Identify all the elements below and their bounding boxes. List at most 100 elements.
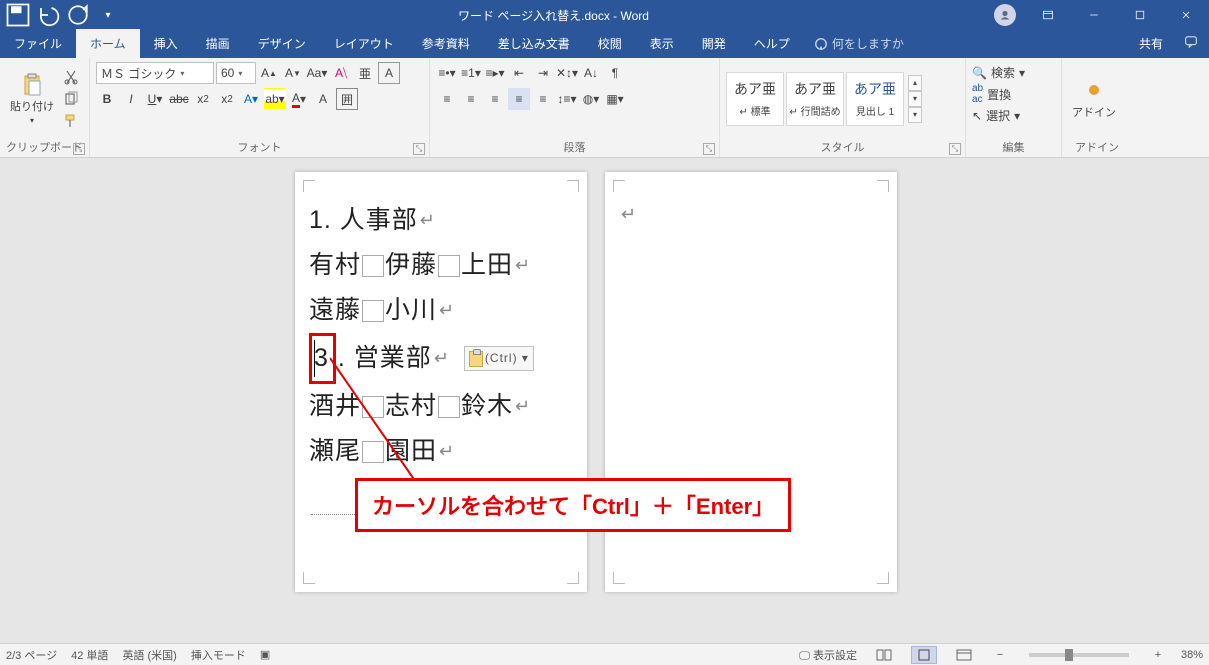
share-button[interactable]: 共有 <box>1129 29 1173 58</box>
tab-file[interactable]: ファイル <box>0 29 76 58</box>
gallery-down[interactable]: ▾ <box>908 91 922 107</box>
numbering-button[interactable]: ≡1▾ <box>460 62 482 84</box>
tab-view[interactable]: 表示 <box>636 29 688 58</box>
bullets-button[interactable]: ≡•▾ <box>436 62 458 84</box>
cut-button[interactable] <box>62 68 80 86</box>
show-marks-button[interactable]: ¶ <box>604 62 626 84</box>
italic-button[interactable]: I <box>120 88 142 110</box>
document-area[interactable]: 1. 人事部↵ 有村伊藤上田↵ 遠藤小川↵ 3. 営業部↵ (Ctrl) ▾ 酒… <box>0 158 1209 643</box>
maximize-button[interactable] <box>1117 0 1163 30</box>
font-color-button[interactable]: A▾ <box>288 88 310 110</box>
sort-button[interactable]: A↓ <box>580 62 602 84</box>
paste-button[interactable]: 貼り付け ▾ <box>6 70 58 127</box>
tellme-text: 何をしますか <box>832 35 904 52</box>
subscript-button[interactable]: x2 <box>192 88 214 110</box>
group-label-font: フォント⤡ <box>90 139 429 157</box>
clipboard-launcher[interactable]: ⤡ <box>73 143 85 155</box>
borders-button[interactable]: ▦▾ <box>604 88 626 110</box>
align-right-button[interactable]: ≡ <box>484 88 506 110</box>
line-spacing-button[interactable]: ↕≡▾ <box>556 88 578 110</box>
comments-button[interactable] <box>1173 29 1209 58</box>
clear-format-button[interactable]: A⧹ <box>330 62 352 84</box>
shrink-font-button[interactable]: A▼ <box>282 62 304 84</box>
bold-button[interactable]: B <box>96 88 118 110</box>
style-normal[interactable]: あア亜↵ 標準 <box>726 72 784 126</box>
char-border-button[interactable]: 囲 <box>336 88 358 110</box>
paragraph-launcher[interactable]: ⤡ <box>703 143 715 155</box>
text-direction-button[interactable]: ✕↕▾ <box>556 62 578 84</box>
print-layout-button[interactable] <box>911 646 937 664</box>
window-title: ワード ページ入れ替え.docx - Word <box>122 7 985 24</box>
gallery-up[interactable]: ▴ <box>908 75 922 91</box>
highlight-button[interactable]: ab▾ <box>264 88 286 110</box>
web-layout-button[interactable] <box>951 646 977 664</box>
phonetic-guide-button[interactable]: 亜 <box>354 62 376 84</box>
tab-mailings[interactable]: 差し込み文書 <box>484 29 584 58</box>
grow-font-button[interactable]: A▲ <box>258 62 280 84</box>
text-effects-button[interactable]: A▾ <box>240 88 262 110</box>
tell-me[interactable]: 何をしますか <box>804 29 914 58</box>
style-gallery[interactable]: あア亜↵ 標準 あア亜↵ 行間詰め あア亜見出し 1 ▴ ▾ ▾ <box>726 72 922 126</box>
styles-launcher[interactable]: ⤡ <box>949 143 961 155</box>
find-button[interactable]: 🔍検索 ▾ <box>972 64 1025 81</box>
minimize-button[interactable] <box>1071 0 1117 30</box>
font-name-select[interactable]: ＭＳ ゴシック▾ <box>96 62 214 84</box>
cursor-highlight: 3 <box>309 333 336 384</box>
tab-insert[interactable]: 挿入 <box>140 29 192 58</box>
qat-customize[interactable]: ▾ <box>94 1 122 29</box>
zoom-out-button[interactable]: − <box>991 649 1009 661</box>
tab-help[interactable]: ヘルプ <box>740 29 804 58</box>
replace-button[interactable]: abac置換 <box>972 83 1011 105</box>
zoom-slider[interactable] <box>1029 653 1129 657</box>
ribbon-display-options[interactable] <box>1025 0 1071 30</box>
underline-button[interactable]: U▾ <box>144 88 166 110</box>
tab-home[interactable]: ホーム <box>76 29 140 58</box>
align-center-button[interactable]: ≡ <box>460 88 482 110</box>
macro-recording-icon[interactable]: ▣ <box>260 648 270 661</box>
addins-button[interactable]: アドイン <box>1068 76 1120 122</box>
tab-draw[interactable]: 描画 <box>192 29 244 58</box>
zoom-in-button[interactable]: + <box>1149 649 1167 661</box>
close-button[interactable] <box>1163 0 1209 30</box>
tab-developer[interactable]: 開発 <box>688 29 740 58</box>
shading-button[interactable]: ◍▾ <box>580 88 602 110</box>
style-no-spacing[interactable]: あア亜↵ 行間詰め <box>786 72 844 126</box>
save-button[interactable] <box>4 1 32 29</box>
tab-layout[interactable]: レイアウト <box>320 29 408 58</box>
doc-line: 瀬尾園田↵ <box>309 429 575 474</box>
multilevel-button[interactable]: ≡▸▾ <box>484 62 506 84</box>
display-settings-button[interactable]: 🖵 表示設定 <box>799 647 857 663</box>
decrease-indent-button[interactable]: ⇤ <box>508 62 530 84</box>
ribbon: 貼り付け ▾ クリップボード⤡ ＭＳ ゴシック▾ 60▾ A▲ A▼ Aa▾ A… <box>0 58 1209 158</box>
paste-options-button[interactable]: (Ctrl) ▾ <box>464 346 534 372</box>
char-shading-button[interactable]: A <box>312 88 334 110</box>
undo-button[interactable] <box>34 1 62 29</box>
font-launcher[interactable]: ⤡ <box>413 143 425 155</box>
read-mode-button[interactable] <box>871 646 897 664</box>
style-heading1[interactable]: あア亜見出し 1 <box>846 72 904 126</box>
increase-indent-button[interactable]: ⇥ <box>532 62 554 84</box>
enclose-char-button[interactable]: A <box>378 62 400 84</box>
zoom-level[interactable]: 38% <box>1181 649 1203 661</box>
font-size-select[interactable]: 60▾ <box>216 62 256 84</box>
superscript-button[interactable]: x2 <box>216 88 238 110</box>
strike-button[interactable]: abc <box>168 88 190 110</box>
search-icon: 🔍 <box>972 66 987 80</box>
tab-references[interactable]: 参考資料 <box>408 29 484 58</box>
redo-button[interactable] <box>64 1 92 29</box>
status-insert-mode[interactable]: 挿入モード <box>191 647 246 663</box>
copy-button[interactable] <box>62 90 80 108</box>
tab-design[interactable]: デザイン <box>244 29 320 58</box>
change-case-button[interactable]: Aa▾ <box>306 62 328 84</box>
status-page[interactable]: 2/3 ページ <box>6 647 57 663</box>
align-left-button[interactable]: ≡ <box>436 88 458 110</box>
account-button[interactable] <box>985 0 1025 30</box>
tab-review[interactable]: 校閲 <box>584 29 636 58</box>
select-button[interactable]: ↖選択 ▾ <box>972 107 1020 124</box>
justify-button[interactable]: ≡ <box>508 88 530 110</box>
status-language[interactable]: 英語 (米国) <box>122 647 176 663</box>
status-word-count[interactable]: 42 単語 <box>71 647 108 663</box>
gallery-more[interactable]: ▾ <box>908 107 922 123</box>
format-painter-button[interactable] <box>62 112 80 130</box>
distribute-button[interactable]: ≡ <box>532 88 554 110</box>
